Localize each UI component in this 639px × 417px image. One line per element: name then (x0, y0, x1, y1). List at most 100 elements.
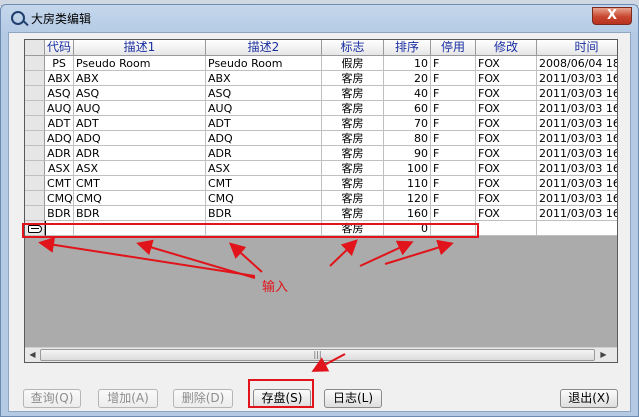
row-indicator[interactable] (25, 56, 45, 71)
cell-code[interactable]: CMT (45, 176, 74, 191)
cell-disabled[interactable]: F (431, 191, 476, 206)
cell-modifier[interactable]: FOX (476, 161, 537, 176)
row-indicator[interactable] (25, 146, 45, 161)
cell-desc1[interactable]: ASX (74, 161, 206, 176)
cell-code[interactable]: AUQ (45, 101, 74, 116)
cell-desc1[interactable]: CMQ (74, 191, 206, 206)
cell-desc2[interactable]: BDR (206, 206, 322, 221)
cell-desc1[interactable]: ABX (74, 71, 206, 86)
cell-flag[interactable]: 客房 (322, 71, 384, 86)
table-row[interactable]: PS Pseudo Room Pseudo Room 假房 10 F FOX 2008/06/… (25, 56, 617, 71)
scroll-right-icon[interactable]: ▶ (596, 348, 611, 362)
cell-time[interactable]: 2011/03/03 16:41 (537, 191, 617, 206)
room-class-grid[interactable]: 代码 描述1 描述2 标志 排序 停用 修改 时间 PS Pseudo Room Pseudo Ro… (24, 39, 618, 363)
table-row[interactable]: BDRBDRBDR客房160FFOX2011/03/03 16:41 (25, 206, 617, 221)
cell-code[interactable]: ASX (45, 161, 74, 176)
row-indicator[interactable] (25, 206, 45, 221)
cell-flag[interactable]: 客房 (322, 86, 384, 101)
cell-desc1[interactable]: ADR (74, 146, 206, 161)
add-button[interactable]: 增加(A) (98, 389, 158, 408)
cell-disabled[interactable]: F (431, 56, 476, 71)
exit-button[interactable]: 退出(X) (560, 389, 618, 408)
row-indicator[interactable] (25, 116, 45, 131)
cell-time[interactable]: 2011/03/03 16:41 (537, 161, 617, 176)
row-indicator[interactable] (25, 101, 45, 116)
cell-disabled[interactable]: F (431, 86, 476, 101)
query-button[interactable]: 查询(Q) (23, 389, 81, 408)
cell-modifier[interactable]: FOX (476, 206, 537, 221)
cell-code[interactable]: ADR (45, 146, 74, 161)
cell-order[interactable]: 100 (384, 161, 431, 176)
cell-desc1[interactable]: CMT (74, 176, 206, 191)
cell-desc2[interactable]: ASX (206, 161, 322, 176)
cell-modifier[interactable]: FOX (476, 116, 537, 131)
cell-desc1[interactable]: ASQ (74, 86, 206, 101)
cell-disabled[interactable]: F (431, 116, 476, 131)
cell-order[interactable]: 20 (384, 71, 431, 86)
cell-modifier[interactable]: FOX (476, 86, 537, 101)
cell-order[interactable]: 10 (384, 56, 431, 71)
cell-time[interactable] (537, 221, 617, 236)
column-header-order[interactable]: 排序 (384, 40, 431, 56)
cell-desc1[interactable]: ADQ (74, 131, 206, 146)
cell-flag[interactable]: 假房 (322, 56, 384, 71)
cell-order[interactable]: 110 (384, 176, 431, 191)
cell-time[interactable]: 2011/03/03 16:41 (537, 206, 617, 221)
cell-desc1[interactable]: AUQ (74, 101, 206, 116)
table-row[interactable]: ADRADRADR客房90FFOX2011/03/03 16:41 (25, 146, 617, 161)
cell-desc1[interactable]: BDR (74, 206, 206, 221)
cell-code[interactable]: ABX (45, 71, 74, 86)
cell-modifier[interactable]: FOX (476, 71, 537, 86)
cell-time[interactable]: 2011/03/03 16:41 (537, 176, 617, 191)
cell-desc2[interactable]: Pseudo Room (206, 56, 322, 71)
cell-modifier[interactable]: FOX (476, 146, 537, 161)
cell-code[interactable]: BDR (45, 206, 74, 221)
scroll-thumb[interactable]: ||| (40, 349, 595, 361)
grid-header[interactable]: 代码 描述1 描述2 标志 排序 停用 修改 时间 (25, 40, 617, 56)
cell-disabled[interactable]: F (431, 131, 476, 146)
table-row[interactable]: ASQASQASQ客房40FFOX2011/03/03 16:41 (25, 86, 617, 101)
horizontal-scrollbar[interactable]: ◀ ||| ▶ (25, 347, 617, 362)
cell-modifier[interactable]: FOX (476, 176, 537, 191)
cell-flag[interactable]: 客房 (322, 116, 384, 131)
cell-desc1[interactable]: ADT (74, 116, 206, 131)
log-button[interactable]: 日志(L) (324, 389, 382, 408)
cell-flag[interactable]: 客房 (322, 131, 384, 146)
row-indicator[interactable] (25, 161, 45, 176)
cell-order[interactable]: 80 (384, 131, 431, 146)
cell-modifier[interactable]: FOX (476, 191, 537, 206)
cell-time[interactable]: 2011/03/03 16:41 (537, 146, 617, 161)
column-header-desc1[interactable]: 描述1 (74, 40, 206, 56)
cell-order[interactable]: 160 (384, 206, 431, 221)
cell-disabled[interactable]: F (431, 146, 476, 161)
table-row[interactable]: AUQAUQAUQ客房60FFOX2011/03/03 16:41 (25, 101, 617, 116)
cell-modifier[interactable] (476, 221, 537, 236)
cell-flag[interactable]: 客房 (322, 146, 384, 161)
table-row[interactable]: ADQADQADQ客房80FFOX2011/03/03 16:41 (25, 131, 617, 146)
cell-time[interactable]: 2011/03/03 16:41 (537, 86, 617, 101)
delete-button[interactable]: 删除(D) (173, 389, 233, 408)
scroll-left-icon[interactable]: ◀ (25, 348, 40, 362)
close-button[interactable]: X (592, 7, 632, 25)
cell-desc2[interactable]: ADT (206, 116, 322, 131)
cell-desc2[interactable]: ADQ (206, 131, 322, 146)
cell-code[interactable]: PS (45, 56, 74, 71)
cell-flag[interactable]: 客房 (322, 101, 384, 116)
cell-order[interactable]: 60 (384, 101, 431, 116)
row-indicator[interactable] (25, 71, 45, 86)
cell-desc2[interactable]: ABX (206, 71, 322, 86)
cell-disabled[interactable]: F (431, 101, 476, 116)
cell-code[interactable]: ADQ (45, 131, 74, 146)
cell-code[interactable]: CMQ (45, 191, 74, 206)
cell-disabled[interactable]: F (431, 206, 476, 221)
cell-desc2[interactable]: ADR (206, 146, 322, 161)
column-header-modifier[interactable]: 修改 (476, 40, 537, 56)
cell-flag[interactable]: 客房 (322, 161, 384, 176)
table-row[interactable]: ABXABXABX客房20FFOX2011/03/03 16:41 (25, 71, 617, 86)
cell-desc2[interactable]: AUQ (206, 101, 322, 116)
cell-time[interactable]: 2011/03/03 16:41 (537, 116, 617, 131)
cell-order[interactable]: 120 (384, 191, 431, 206)
cell-flag[interactable]: 客房 (322, 176, 384, 191)
cell-time[interactable]: 2011/03/03 16:41 (537, 101, 617, 116)
cell-time[interactable]: 2011/03/03 16:41 (537, 71, 617, 86)
